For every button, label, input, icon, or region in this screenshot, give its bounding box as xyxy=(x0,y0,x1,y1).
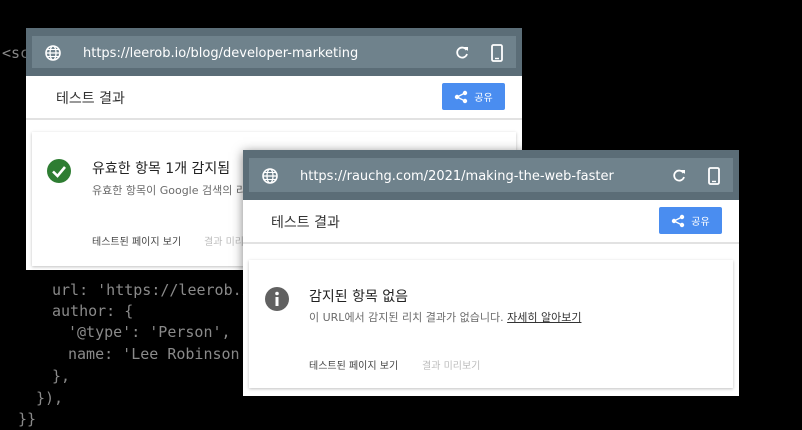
url-text: https://rauchg.com/2021/making-the-web-f… xyxy=(300,169,614,184)
browser-window-rauchg: https://rauchg.com/2021/making-the-web-f… xyxy=(243,150,739,396)
view-tested-page-link[interactable]: 테스트된 페이지 보기 xyxy=(92,233,181,248)
address-bar: https://rauchg.com/2021/making-the-web-f… xyxy=(243,150,739,200)
check-circle-icon xyxy=(46,158,72,184)
globe-icon xyxy=(261,167,279,185)
globe-icon xyxy=(44,44,62,62)
result-description: 이 URL에서 감지된 리치 결과가 없습니다. 자세히 알아보기 xyxy=(309,309,581,325)
code-line: }} xyxy=(18,410,37,428)
address-field[interactable]: https://leerob.io/blog/developer-marketi… xyxy=(32,36,516,68)
info-icon xyxy=(264,286,290,312)
result-title: 유효한 항목 1개 감지됨 xyxy=(92,161,231,177)
result-title: 감지된 항목 없음 xyxy=(309,289,409,305)
refresh-icon[interactable] xyxy=(671,168,687,184)
toolbar-title: 테스트 결과 xyxy=(271,215,340,231)
share-button-label: 공유 xyxy=(474,93,493,104)
refresh-icon[interactable] xyxy=(454,45,470,61)
view-tested-page-link[interactable]: 테스트된 페이지 보기 xyxy=(309,357,398,372)
preview-results-link[interactable]: 결과 미리 xyxy=(204,233,244,248)
url-text: https://leerob.io/blog/developer-marketi… xyxy=(83,46,359,61)
share-button-label: 공유 xyxy=(691,217,710,228)
address-field[interactable]: https://rauchg.com/2021/making-the-web-f… xyxy=(249,158,733,192)
preview-results-link[interactable]: 결과 미리보기 xyxy=(422,357,480,372)
share-button[interactable]: 공유 xyxy=(442,83,505,110)
address-bar: https://leerob.io/blog/developer-marketi… xyxy=(26,28,522,76)
result-card: 감지된 항목 없음 이 URL에서 감지된 리치 결과가 없습니다. 자세히 알… xyxy=(249,260,733,388)
code-line: }, xyxy=(52,367,71,385)
mobile-device-icon[interactable] xyxy=(707,166,721,186)
learn-more-link[interactable]: 자세히 알아보기 xyxy=(507,311,581,324)
share-button[interactable]: 공유 xyxy=(659,207,722,234)
code-line: url: 'https://leerob.i xyxy=(52,281,251,299)
results-toolbar: 테스트 결과 공유 xyxy=(26,76,522,120)
toolbar-title: 테스트 결과 xyxy=(56,91,125,107)
code-line: '@type': 'Person', xyxy=(68,323,231,341)
results-toolbar: 테스트 결과 공유 xyxy=(243,200,739,244)
result-description-text: 이 URL에서 감지된 리치 결과가 없습니다. xyxy=(309,311,504,324)
code-line: name: 'Lee Robinson' xyxy=(68,345,249,363)
code-line: }), xyxy=(36,389,64,407)
result-description: 유효한 항목이 Google 검색의 리치 xyxy=(92,184,257,197)
code-line: author: { xyxy=(52,302,134,320)
share-icon xyxy=(454,90,468,104)
mobile-device-icon[interactable] xyxy=(490,43,504,63)
share-icon xyxy=(671,214,685,228)
